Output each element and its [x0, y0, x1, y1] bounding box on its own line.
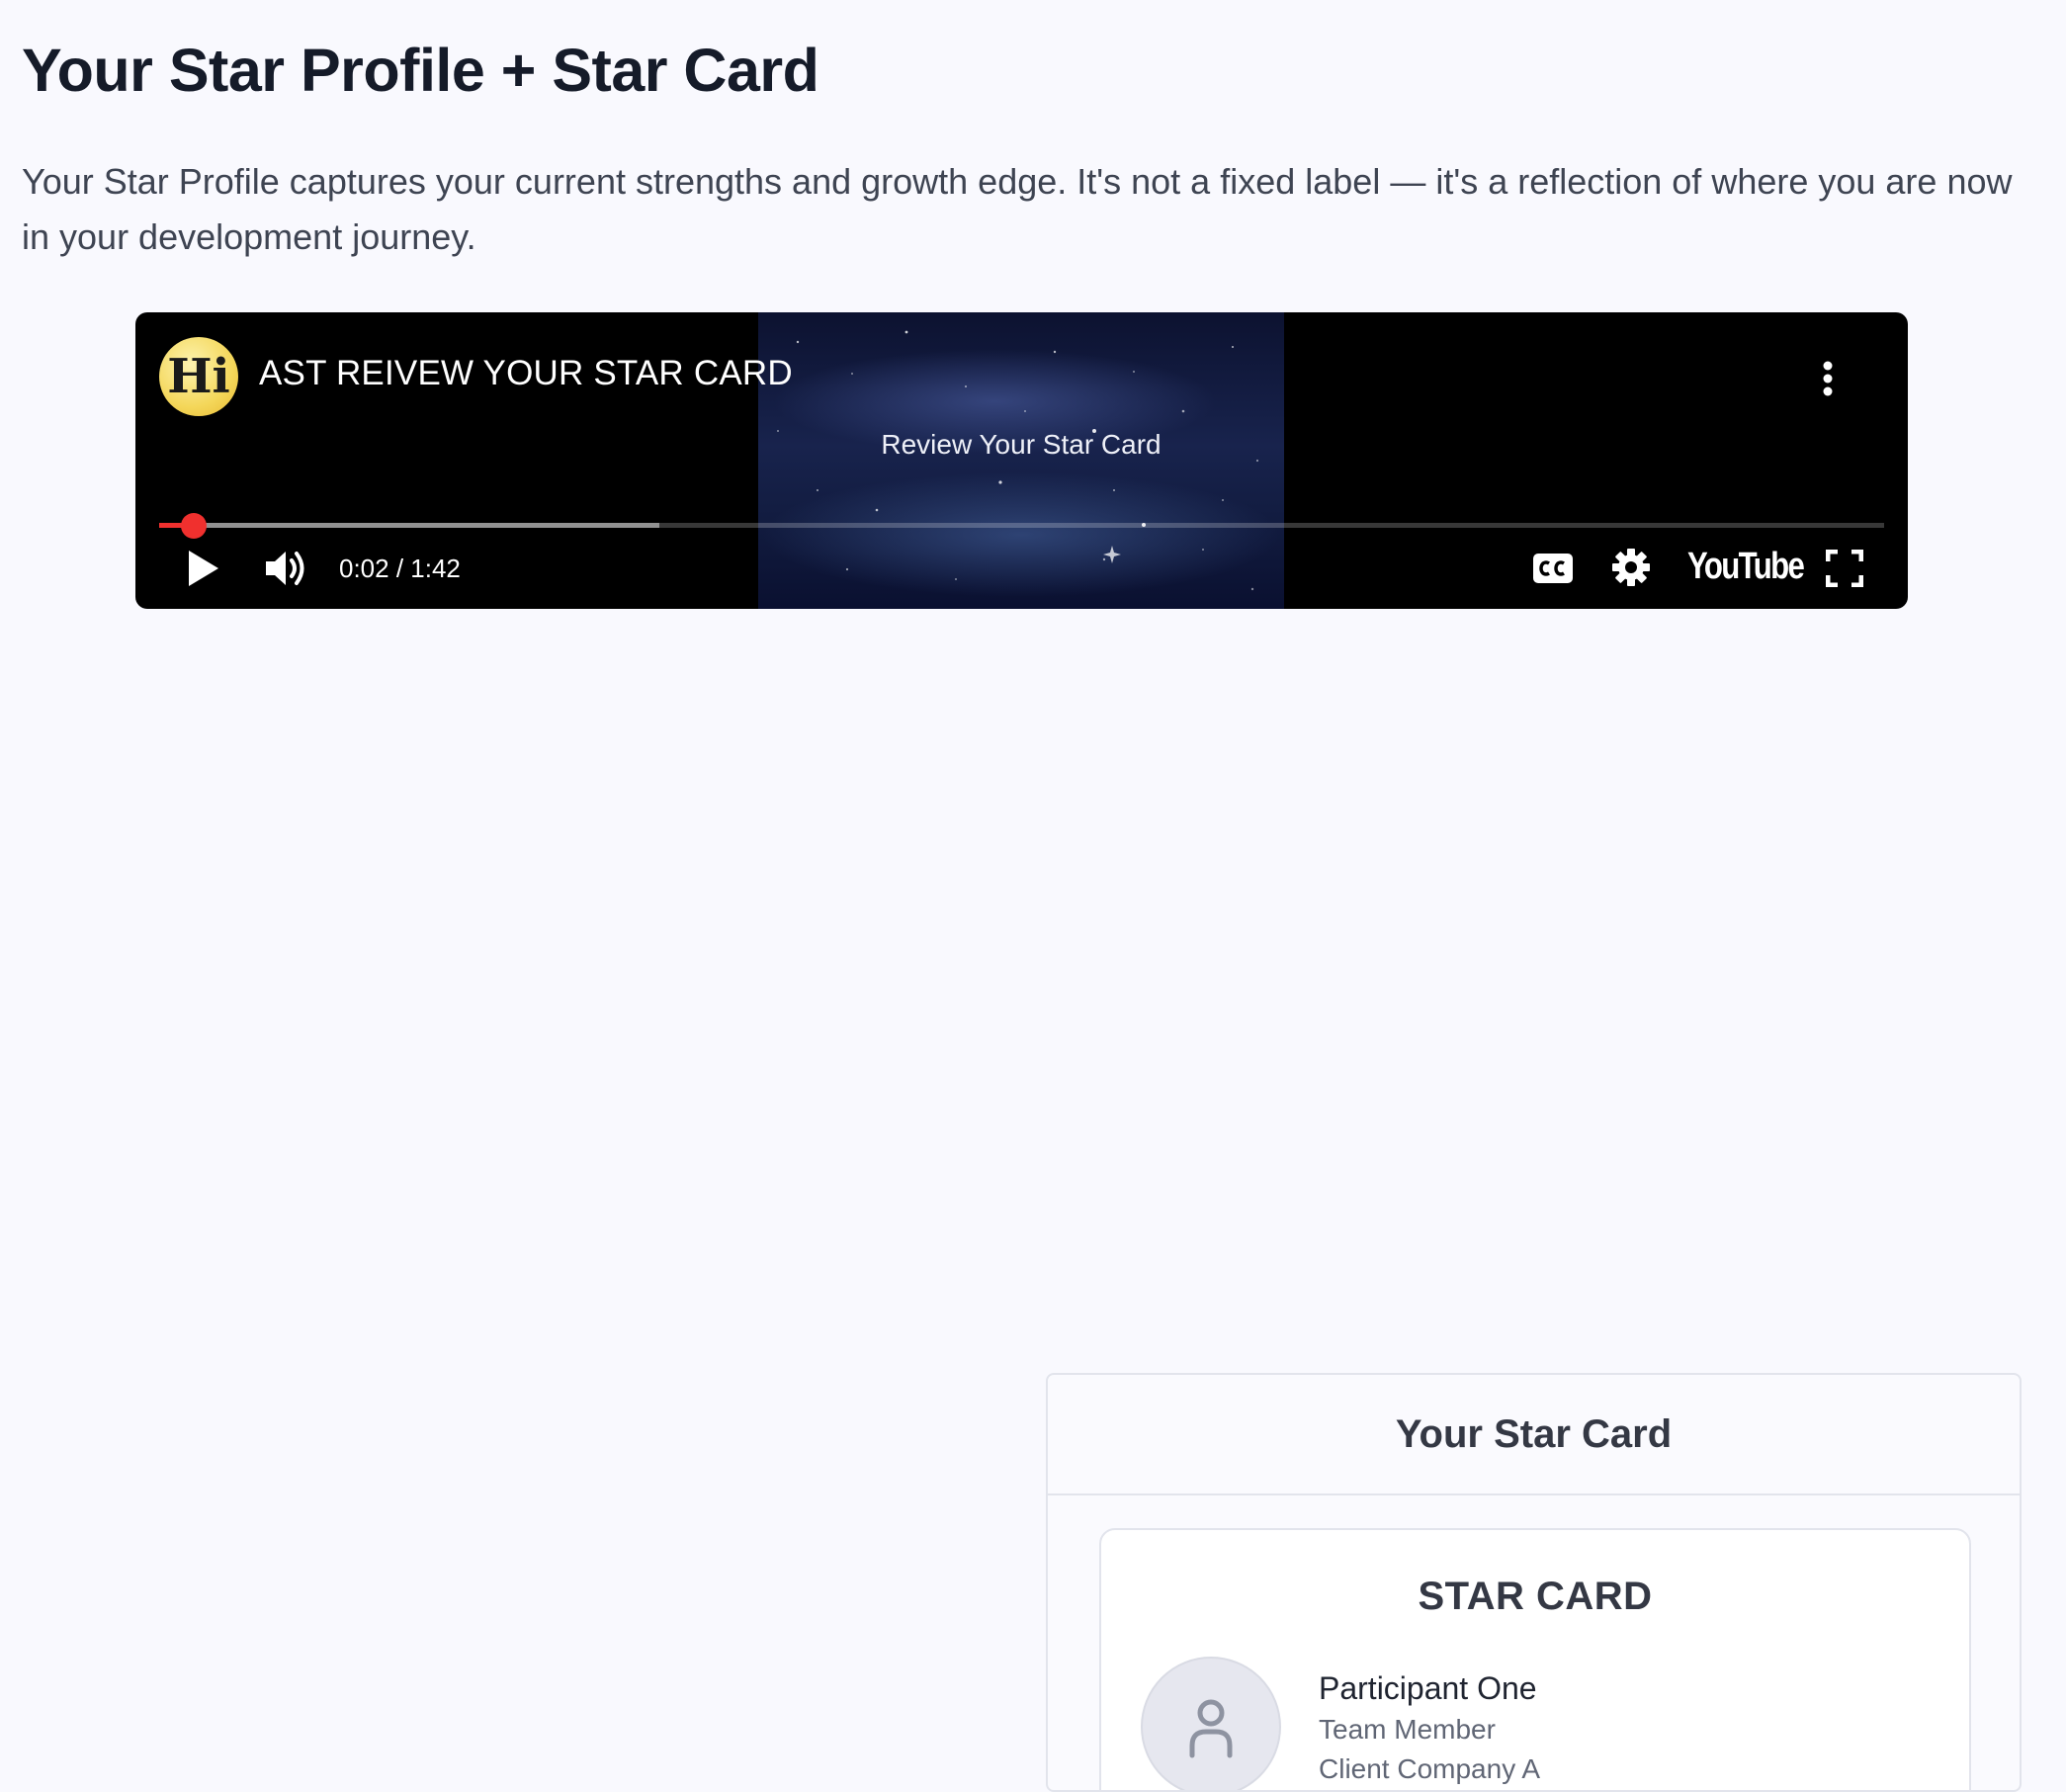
- channel-logo-text: Hi: [167, 349, 230, 404]
- volume-icon[interactable]: [264, 548, 309, 589]
- progress-scrubber[interactable]: [180, 513, 207, 539]
- play-icon[interactable]: [187, 550, 220, 587]
- star-card-panel: Your Star Card STAR CARD Participant One…: [1046, 1373, 2022, 1792]
- progress-buffered: [159, 523, 660, 528]
- star-card: STAR CARD Participant One Team Member Cl…: [1099, 1528, 1971, 1790]
- profile-avatar: [1141, 1657, 1281, 1790]
- video-title[interactable]: AST REIVEW YOUR STAR CARD: [259, 354, 793, 393]
- participant-name: Participant One: [1319, 1670, 1537, 1706]
- channel-avatar[interactable]: Hi: [159, 337, 238, 416]
- closed-captions-icon[interactable]: [1532, 553, 1574, 584]
- star-card-title: STAR CARD: [1418, 1575, 1653, 1618]
- more-vert-icon[interactable]: [1816, 360, 1840, 399]
- video-frame-caption: Review Your Star Card: [881, 429, 1162, 460]
- participant-role: Team Member: [1319, 1714, 1496, 1745]
- intro-paragraph: Your Star Profile captures your current …: [22, 161, 2013, 257]
- video-player[interactable]: Review Your Star Card Hi AST REIVEW YOUR…: [135, 312, 1908, 609]
- video-frame[interactable]: Review Your Star Card: [758, 312, 1284, 609]
- user-icon: [1189, 1699, 1233, 1758]
- starfield: [777, 330, 1259, 591]
- gear-icon[interactable]: [1611, 548, 1651, 587]
- star-card-panel-header: Your Star Card: [1048, 1375, 2020, 1495]
- youtube-logo[interactable]: YouTube: [1687, 546, 1805, 588]
- page-title: Your Star Profile + Star Card: [22, 37, 819, 104]
- time-display: 0:02 / 1:42: [339, 554, 461, 583]
- participant-company: Client Company A: [1319, 1753, 1541, 1784]
- progress-bar[interactable]: [159, 513, 1884, 539]
- fullscreen-icon[interactable]: [1826, 550, 1863, 587]
- star-card-panel-title: Your Star Card: [1395, 1411, 1673, 1456]
